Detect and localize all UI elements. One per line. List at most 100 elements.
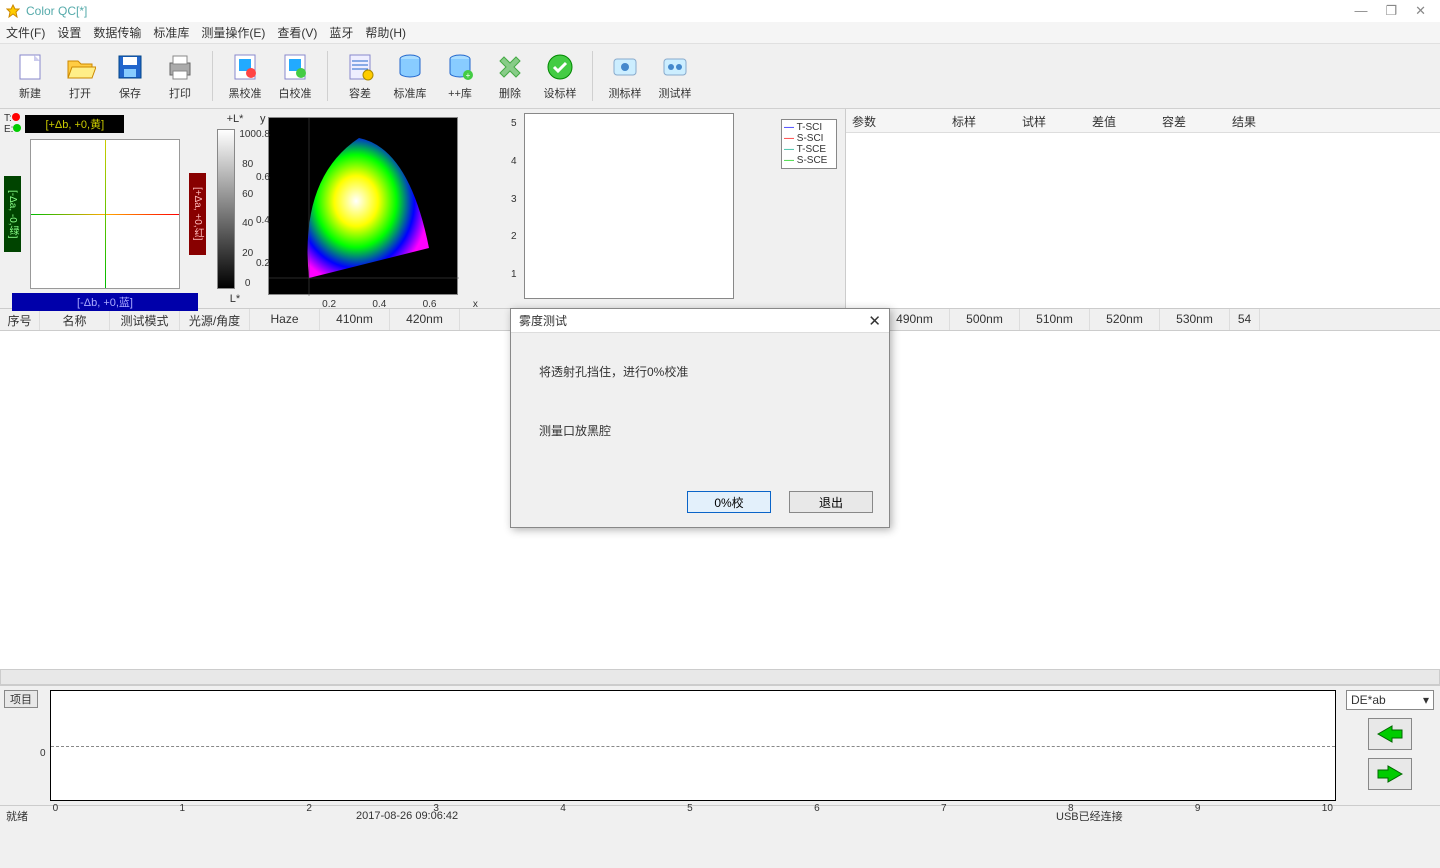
pp-lib-icon: + bbox=[444, 51, 476, 83]
open-button[interactable]: 打开 bbox=[58, 46, 102, 106]
meas-test-button[interactable]: 测试样 bbox=[653, 46, 697, 106]
legend-T-SCI: — T-SCI bbox=[784, 122, 834, 133]
cie-ylabel: y bbox=[260, 113, 266, 125]
chevron-down-icon: ▾ bbox=[1423, 693, 1429, 707]
next-arrow-button[interactable] bbox=[1368, 758, 1412, 790]
col-test: 试样 bbox=[1016, 109, 1086, 132]
col-tol: 容差 bbox=[1156, 109, 1226, 132]
delete-icon bbox=[494, 51, 526, 83]
menu-file[interactable]: 文件(F) bbox=[6, 24, 45, 41]
meas-std-button[interactable]: 测标样 bbox=[603, 46, 647, 106]
lab-chart bbox=[30, 139, 180, 289]
menu-transfer[interactable]: 数据传输 bbox=[93, 24, 141, 41]
menu-view[interactable]: 查看(V) bbox=[277, 24, 317, 41]
svg-text:+: + bbox=[466, 71, 471, 80]
col-420nm[interactable]: 420nm bbox=[390, 309, 460, 330]
col-520nm[interactable]: 520nm bbox=[1090, 309, 1160, 330]
bottom-panel: 项目 0 012345678910 DE*ab▾ bbox=[0, 685, 1440, 805]
t-label: T: bbox=[4, 113, 12, 124]
col-diff: 差值 bbox=[1086, 109, 1156, 132]
trend-zero: 0 bbox=[40, 748, 46, 759]
lstar-gradient bbox=[217, 129, 235, 289]
chart-row: T: E: [+Δb, +0,黄] [-Δa, -0,绿] [+Δa, +0,红… bbox=[0, 109, 1440, 309]
e-label: E: bbox=[4, 124, 13, 135]
menu-measure[interactable]: 测量操作(E) bbox=[201, 24, 265, 41]
new-button[interactable]: 新建 bbox=[8, 46, 52, 106]
col-410nm[interactable]: 410nm bbox=[320, 309, 390, 330]
col-光源/角度[interactable]: 光源/角度 bbox=[180, 309, 250, 330]
dialog-line2: 测量口放黑腔 bbox=[539, 422, 861, 441]
pp-lib-button[interactable]: +++库 bbox=[438, 46, 482, 106]
menu-stdlib[interactable]: 标准库 bbox=[153, 24, 189, 41]
dialog-body: 将透射孔挡住，进行0%校准 测量口放黑腔 bbox=[511, 333, 889, 481]
minimize-button[interactable]: — bbox=[1354, 3, 1367, 19]
std-lib-button[interactable]: 标准库 bbox=[388, 46, 432, 106]
zero-pct-cal-button[interactable]: 0%校 bbox=[687, 491, 771, 513]
spectral-chart: 5 4 3 2 1 bbox=[524, 113, 734, 299]
trend-controls: DE*ab▾ bbox=[1340, 686, 1440, 805]
tolerance-icon bbox=[344, 51, 376, 83]
legend-T-SCE: — T-SCE bbox=[784, 144, 834, 155]
white-cal-icon bbox=[279, 51, 311, 83]
trend-chart: 012345678910 bbox=[50, 690, 1336, 801]
app-icon bbox=[6, 4, 20, 18]
col-名称[interactable]: 名称 bbox=[40, 309, 110, 330]
col-param: 参数 bbox=[846, 109, 946, 132]
dialog-line1: 将透射孔挡住，进行0%校准 bbox=[539, 363, 861, 382]
std-lib-icon bbox=[394, 51, 426, 83]
print-button[interactable]: 打印 bbox=[158, 46, 202, 106]
menu-bar: 文件(F) 设置 数据传输 标准库 测量操作(E) 查看(V) 蓝牙 帮助(H) bbox=[0, 22, 1440, 44]
col-490nm[interactable]: 490nm bbox=[880, 309, 950, 330]
exit-button[interactable]: 退出 bbox=[789, 491, 873, 513]
col-500nm[interactable]: 500nm bbox=[950, 309, 1020, 330]
lstar-top: +L* bbox=[214, 113, 256, 125]
title-bar: Color QC[*] — ❐ ✕ bbox=[0, 0, 1440, 22]
horizontal-scrollbar[interactable] bbox=[0, 669, 1440, 685]
window-title: Color QC[*] bbox=[26, 4, 1354, 18]
legend-S-SCE: — S-SCE bbox=[784, 155, 834, 166]
delete-button[interactable]: 删除 bbox=[488, 46, 532, 106]
spectral-legend: — T-SCI— S-SCI— T-SCE— S-SCE bbox=[781, 119, 837, 169]
menu-settings[interactable]: 设置 bbox=[57, 24, 81, 41]
set-std-button[interactable]: 设标样 bbox=[538, 46, 582, 106]
close-button[interactable]: ✕ bbox=[1415, 3, 1426, 19]
spectral-panel: 5 4 3 2 1 — T-SCI— S-SCI— T-SCE— S-SCE bbox=[500, 109, 845, 308]
window-controls: — ❐ ✕ bbox=[1354, 3, 1434, 19]
col-530nm[interactable]: 530nm bbox=[1160, 309, 1230, 330]
col-Haze[interactable]: Haze bbox=[250, 309, 320, 330]
data-panel: 参数 标样 试样 差值 容差 结果 bbox=[845, 109, 1440, 308]
lab-panel: T: E: [+Δb, +0,黄] [-Δa, -0,绿] [+Δa, +0,红… bbox=[0, 109, 210, 308]
new-icon bbox=[14, 51, 46, 83]
cie-chart bbox=[268, 117, 458, 295]
col-测试模式[interactable]: 测试模式 bbox=[110, 309, 180, 330]
col-std: 标样 bbox=[946, 109, 1016, 132]
save-icon bbox=[114, 51, 146, 83]
col-54[interactable]: 54 bbox=[1230, 309, 1260, 330]
tolerance-button[interactable]: 容差 bbox=[338, 46, 382, 106]
toolbar: 新建打开保存打印黑校准白校准容差标准库+++库删除设标样测标样测试样 bbox=[0, 44, 1440, 109]
black-cal-button[interactable]: 黑校准 bbox=[223, 46, 267, 106]
lstar-panel: +L* 100 80 60 40 20 0 L* bbox=[210, 109, 260, 308]
dialog-title: 雾度测试 bbox=[519, 312, 868, 329]
prev-arrow-button[interactable] bbox=[1368, 718, 1412, 750]
col-510nm[interactable]: 510nm bbox=[1020, 309, 1090, 330]
lab-right-label: [+Δa, +0,红] bbox=[189, 173, 206, 254]
white-cal-button[interactable]: 白校准 bbox=[273, 46, 317, 106]
set-std-icon bbox=[544, 51, 576, 83]
open-icon bbox=[64, 51, 96, 83]
lab-top-label: [+Δb, +0,黄] bbox=[25, 115, 124, 133]
menu-help[interactable]: 帮助(H) bbox=[365, 24, 406, 41]
data-header: 参数 标样 试样 差值 容差 结果 bbox=[846, 109, 1440, 133]
project-button[interactable]: 项目 bbox=[4, 690, 38, 708]
save-button[interactable]: 保存 bbox=[108, 46, 152, 106]
maximize-button[interactable]: ❐ bbox=[1385, 3, 1397, 19]
lab-left-label: [-Δa, -0,绿] bbox=[4, 176, 21, 252]
cie-panel: y 0.2 0.4 0.6 x bbox=[260, 109, 500, 308]
de-selector[interactable]: DE*ab▾ bbox=[1346, 690, 1434, 710]
col-序号[interactable]: 序号 bbox=[0, 309, 40, 330]
menu-bluetooth[interactable]: 蓝牙 bbox=[329, 24, 353, 41]
dialog-close-icon[interactable]: ✕ bbox=[868, 312, 881, 330]
dialog-titlebar: 雾度测试 ✕ bbox=[511, 309, 889, 333]
print-icon bbox=[164, 51, 196, 83]
black-cal-icon bbox=[229, 51, 261, 83]
